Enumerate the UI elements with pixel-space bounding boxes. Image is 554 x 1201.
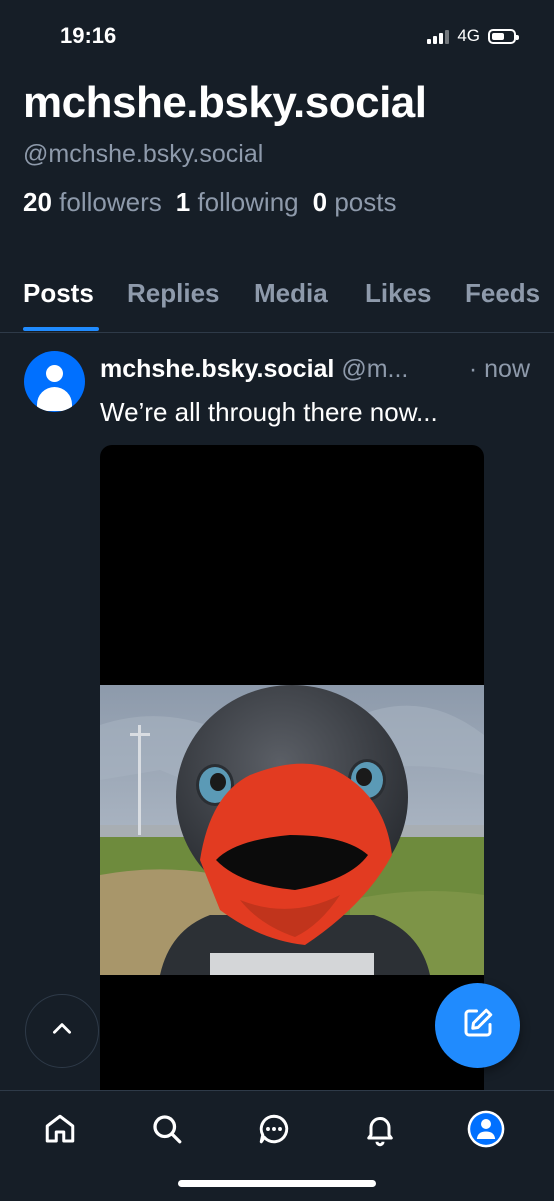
tab-feeds[interactable]: Feeds xyxy=(465,278,540,309)
post-photo xyxy=(100,685,484,975)
home-indicator xyxy=(178,1180,376,1187)
nav-chat[interactable] xyxy=(252,1109,296,1153)
pencil-square-icon xyxy=(460,1005,496,1046)
post-time: · now xyxy=(468,355,530,383)
posts-count: 0 xyxy=(312,187,328,217)
tab-posts[interactable]: Posts xyxy=(23,278,94,309)
nav-profile[interactable] xyxy=(464,1109,508,1153)
profile-tabs: Posts Replies Media Likes Feeds xyxy=(0,270,554,333)
battery-icon xyxy=(488,28,519,44)
post-text: We’re all through there now... xyxy=(100,397,438,427)
signal-icon xyxy=(427,28,450,44)
chat-icon xyxy=(256,1111,292,1152)
home-icon xyxy=(42,1111,78,1152)
followers-count: 20 xyxy=(23,187,52,217)
search-icon xyxy=(149,1111,185,1152)
profile-icon xyxy=(466,1109,506,1154)
nav-search[interactable] xyxy=(145,1109,189,1153)
following-count: 1 xyxy=(175,187,191,217)
tab-replies[interactable]: Replies xyxy=(127,278,220,309)
status-time: 19:16 xyxy=(60,23,117,48)
profile-handle: @mchshe.bsky.social xyxy=(23,140,264,168)
posts-label: posts xyxy=(334,187,397,217)
network-type: 4G xyxy=(457,26,480,45)
bell-icon xyxy=(362,1111,398,1152)
active-tab-indicator xyxy=(23,327,99,331)
tab-likes[interactable]: Likes xyxy=(365,278,432,309)
avatar[interactable] xyxy=(24,351,85,412)
following-label: following xyxy=(197,187,299,217)
tab-media[interactable]: Media xyxy=(254,278,328,309)
followers-stat[interactable]: 20 followers xyxy=(23,187,162,218)
post-header: mchshe.bsky.social @m... · now xyxy=(100,355,540,384)
post-author[interactable]: mchshe.bsky.social xyxy=(100,355,334,383)
scroll-to-top-button[interactable] xyxy=(25,994,99,1068)
post-media[interactable] xyxy=(100,445,484,1105)
compose-post-button[interactable] xyxy=(435,983,520,1068)
nav-home[interactable] xyxy=(38,1109,82,1153)
post-handle[interactable]: @m... xyxy=(341,355,408,383)
profile-display-name: mchshe.bsky.social xyxy=(23,78,427,127)
profile-stats: 20 followers 1 following 0 posts xyxy=(23,187,396,218)
nav-notifications[interactable] xyxy=(358,1109,402,1153)
status-indicators: 4G xyxy=(427,26,519,46)
followers-label: followers xyxy=(59,187,162,217)
status-bar: 19:16 4G xyxy=(0,0,554,74)
chevron-up-icon xyxy=(49,1016,75,1047)
following-stat[interactable]: 1 following xyxy=(176,187,299,218)
posts-stat: 0 posts xyxy=(313,187,397,218)
